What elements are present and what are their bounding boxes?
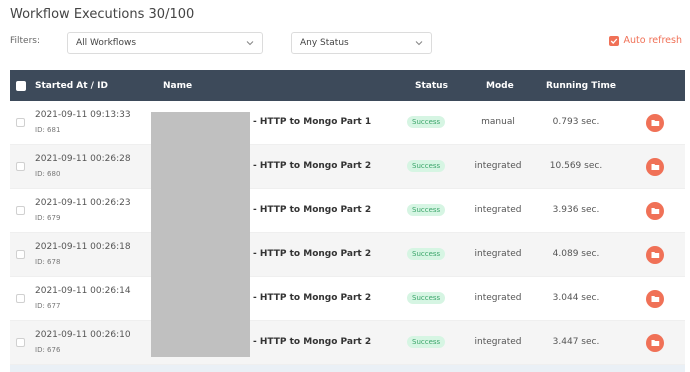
header-name[interactable]: Name <box>163 70 192 101</box>
folder-open-icon <box>651 296 659 302</box>
running-time: 3.044 sec. <box>552 293 600 303</box>
running-time: 10.569 sec. <box>549 161 603 171</box>
open-execution-button[interactable] <box>646 334 664 352</box>
folder-open-icon <box>651 208 659 214</box>
row-checkbox[interactable] <box>16 250 25 259</box>
execution-id: ID: 678 <box>35 258 61 266</box>
execution-id: ID: 676 <box>35 346 61 354</box>
running-time: 3.447 sec. <box>552 337 600 347</box>
workflow-name[interactable]: - HTTP to Mongo Part 2 <box>253 293 371 303</box>
started-at: 2021-09-11 00:26:10 <box>35 330 131 340</box>
open-execution-button[interactable] <box>646 290 664 308</box>
filters-label: Filters: <box>10 36 41 46</box>
redacted-workflow-names <box>151 112 250 357</box>
row-checkbox[interactable] <box>16 118 25 127</box>
row-checkbox[interactable] <box>16 206 25 215</box>
page-title: Workflow Executions 30/100 <box>10 7 195 22</box>
workflow-name[interactable]: - HTTP to Mongo Part 2 <box>253 249 371 259</box>
execution-id: ID: 679 <box>35 214 61 222</box>
workflow-name[interactable]: - HTTP to Mongo Part 2 <box>253 337 371 347</box>
status-badge: Success <box>407 336 446 348</box>
folder-open-icon <box>651 164 659 170</box>
started-at: 2021-09-11 00:26:14 <box>35 286 131 296</box>
execution-mode: integrated <box>474 205 522 215</box>
status-badge: Success <box>407 116 446 128</box>
status-filter-select[interactable]: Any Status <box>291 32 432 54</box>
header-mode[interactable]: Mode <box>486 70 514 101</box>
status-badge: Success <box>407 204 446 216</box>
execution-mode: integrated <box>474 337 522 347</box>
execution-id: ID: 680 <box>35 170 61 178</box>
execution-id: ID: 677 <box>35 302 61 310</box>
started-at: 2021-09-11 00:26:18 <box>35 242 131 252</box>
started-at: 2021-09-11 00:26:28 <box>35 154 131 164</box>
open-execution-button[interactable] <box>646 246 664 264</box>
status-filter-value: Any Status <box>300 38 349 48</box>
workflow-name[interactable]: - HTTP to Mongo Part 2 <box>253 205 371 215</box>
row-checkbox[interactable] <box>16 294 25 303</box>
workflow-name[interactable]: - HTTP to Mongo Part 1 <box>253 117 371 127</box>
execution-mode: manual <box>481 117 515 127</box>
folder-open-icon <box>651 340 659 346</box>
chevron-down-icon <box>246 41 254 46</box>
execution-id: ID: 681 <box>35 126 61 134</box>
status-badge: Success <box>407 292 446 304</box>
header-running-time[interactable]: Running Time <box>546 70 616 101</box>
status-badge: Success <box>407 160 446 172</box>
folder-open-icon <box>651 252 659 258</box>
execution-mode: integrated <box>474 293 522 303</box>
open-execution-button[interactable] <box>646 202 664 220</box>
auto-refresh-label: Auto refresh <box>623 35 682 46</box>
table-header: Started At / ID Name Status Mode Running… <box>10 70 685 101</box>
workflow-filter-select[interactable]: All Workflows <box>67 32 263 54</box>
execution-mode: integrated <box>474 249 522 259</box>
table-row[interactable]: 2021-09-11 09:13:33 ID: 681 - HTTP to Mong… <box>10 101 685 145</box>
table-row[interactable]: 2021-09-11 00:26:18 ID: 678 - HTTP to Mong… <box>10 233 685 277</box>
running-time: 3.936 sec. <box>552 205 600 215</box>
header-started[interactable]: Started At / ID <box>35 70 108 101</box>
table-footer <box>10 365 685 372</box>
running-time: 4.089 sec. <box>552 249 600 259</box>
auto-refresh-toggle[interactable]: Auto refresh <box>608 35 682 46</box>
chevron-down-icon <box>415 41 423 46</box>
started-at: 2021-09-11 09:13:33 <box>35 110 131 120</box>
select-all-checkbox[interactable] <box>16 81 26 91</box>
header-status[interactable]: Status <box>415 70 448 101</box>
workflow-filter-value: All Workflows <box>76 38 137 48</box>
running-time: 0.793 sec. <box>552 117 600 127</box>
table-row[interactable]: 2021-09-11 00:26:28 ID: 680 - HTTP to Mong… <box>10 145 685 189</box>
check-icon <box>610 38 617 44</box>
started-at: 2021-09-11 00:26:23 <box>35 198 131 208</box>
row-checkbox[interactable] <box>16 162 25 171</box>
open-execution-button[interactable] <box>646 158 664 176</box>
workflow-name[interactable]: - HTTP to Mongo Part 2 <box>253 161 371 171</box>
auto-refresh-checkbox[interactable] <box>608 35 619 46</box>
executions-table: Started At / ID Name Status Mode Running… <box>10 70 685 365</box>
row-checkbox[interactable] <box>16 338 25 347</box>
folder-open-icon <box>651 120 659 126</box>
open-execution-button[interactable] <box>646 114 664 132</box>
table-row[interactable]: 2021-09-11 00:26:10 ID: 676 - HTTP to Mong… <box>10 321 685 365</box>
status-badge: Success <box>407 248 446 260</box>
table-row[interactable]: 2021-09-11 00:26:14 ID: 677 - HTTP to Mong… <box>10 277 685 321</box>
table-row[interactable]: 2021-09-11 00:26:23 ID: 679 - HTTP to Mong… <box>10 189 685 233</box>
execution-mode: integrated <box>474 161 522 171</box>
